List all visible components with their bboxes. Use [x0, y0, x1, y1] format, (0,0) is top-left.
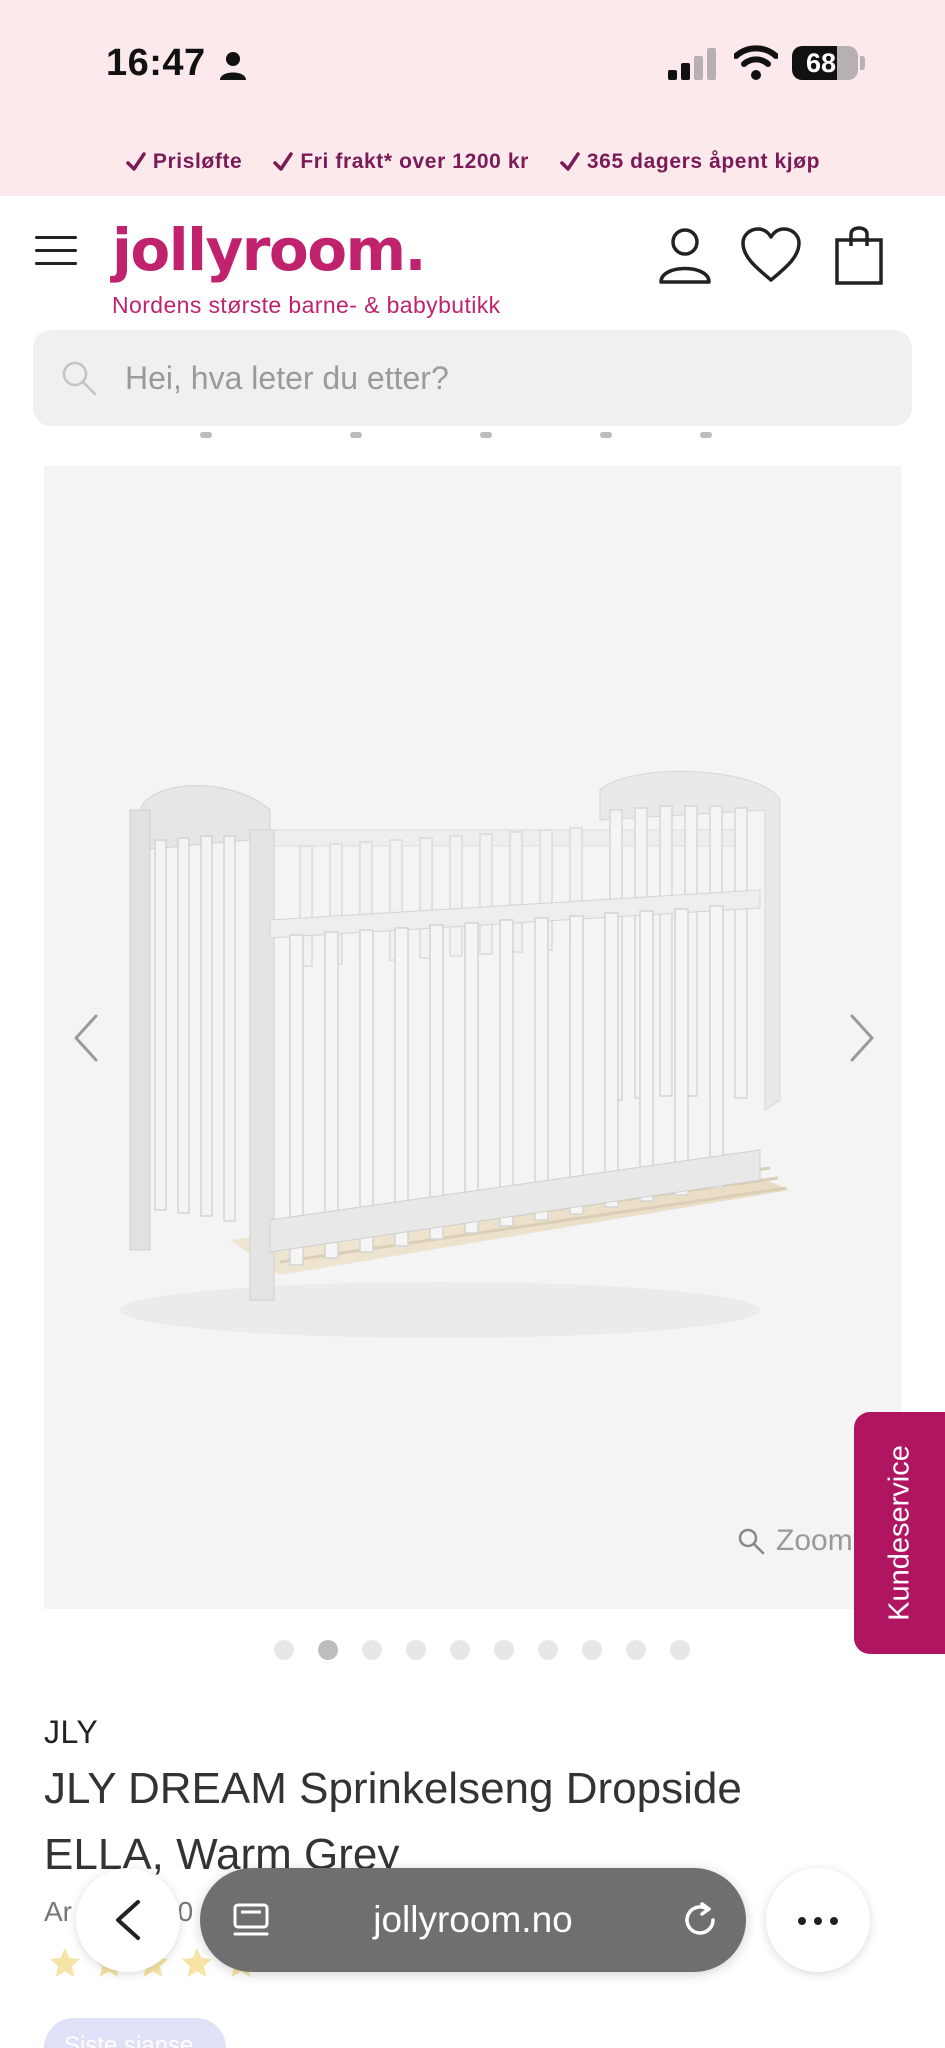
browser-back-button[interactable]	[76, 1868, 180, 1972]
gallery-dot[interactable]	[318, 1640, 338, 1660]
battery-indicator: 68	[792, 46, 858, 80]
heart-icon[interactable]	[740, 226, 802, 284]
siste-sjanse-badge: Siste sjanse	[44, 2018, 226, 2048]
battery-percent: 68	[805, 48, 837, 78]
browser-url-bar[interactable]: jollyroom.no	[200, 1868, 746, 1972]
star-icon	[50, 1948, 80, 1977]
site-tagline: Nordens største barne- & babybutikk	[112, 292, 501, 318]
gallery-pagination	[274, 1640, 690, 1660]
check-icon	[273, 152, 294, 171]
magnifier-icon	[738, 1528, 765, 1555]
search-bar[interactable]	[33, 330, 912, 426]
person-status-icon	[220, 52, 246, 80]
kundeservice-label: Kundeservice	[883, 1445, 915, 1621]
search-input[interactable]	[125, 352, 865, 404]
chevron-left-icon[interactable]	[66, 1008, 106, 1068]
zoom-button[interactable]: Zoom	[736, 1524, 853, 1558]
check-icon	[560, 152, 580, 171]
product-brand[interactable]: JLY	[44, 1714, 98, 1751]
shopping-bag-icon[interactable]	[834, 226, 884, 286]
gallery-dot[interactable]	[538, 1640, 558, 1660]
promo-label: 365 dagers åpent kjøp	[586, 150, 821, 173]
signal-icon	[668, 48, 716, 80]
site-logo[interactable]: jollyroom.	[112, 216, 427, 284]
search-icon	[62, 361, 97, 396]
chevron-right-icon[interactable]	[842, 1008, 882, 1068]
promo-label: Prisløfte	[152, 150, 243, 173]
hamburger-icon[interactable]	[35, 236, 77, 266]
url-text: jollyroom.no	[373, 1899, 573, 1940]
gallery-dot[interactable]	[582, 1640, 602, 1660]
gallery-dot[interactable]	[274, 1640, 294, 1660]
gallery-dot[interactable]	[670, 1640, 690, 1660]
promo-item-apent-kjop[interactable]: 365 dagers åpent kjøp	[559, 150, 820, 174]
gallery-dot[interactable]	[494, 1640, 514, 1660]
kundeservice-tab[interactable]: Kundeservice	[854, 1412, 945, 1654]
promo-bar: Prisløfte Fri frakt* over 1200 kr 365 da…	[0, 150, 945, 174]
gallery-dot[interactable]	[450, 1640, 470, 1660]
gallery-dot[interactable]	[362, 1640, 382, 1660]
promo-item-prislofte[interactable]: Prisløfte	[125, 150, 242, 174]
promo-item-fri-frakt[interactable]: Fri frakt* over 1200 kr	[272, 150, 529, 174]
wifi-icon	[734, 45, 778, 80]
gallery-dot[interactable]	[626, 1640, 646, 1660]
more-icon[interactable]	[766, 1868, 870, 1972]
product-image[interactable]	[110, 770, 800, 1350]
check-icon	[126, 152, 146, 171]
reload-icon[interactable]	[680, 1900, 720, 1940]
promo-label: Fri frakt* over 1200 kr	[300, 150, 529, 173]
breadcrumb	[180, 432, 740, 442]
article-prefix: Ar	[44, 1896, 72, 1927]
chevron-left-icon	[116, 1900, 140, 1940]
status-time: 16:47	[106, 42, 206, 84]
person-icon[interactable]	[658, 226, 712, 284]
gallery-dot[interactable]	[406, 1640, 426, 1660]
battery-nub	[860, 56, 865, 70]
zoom-label: Zoom	[776, 1524, 853, 1557]
